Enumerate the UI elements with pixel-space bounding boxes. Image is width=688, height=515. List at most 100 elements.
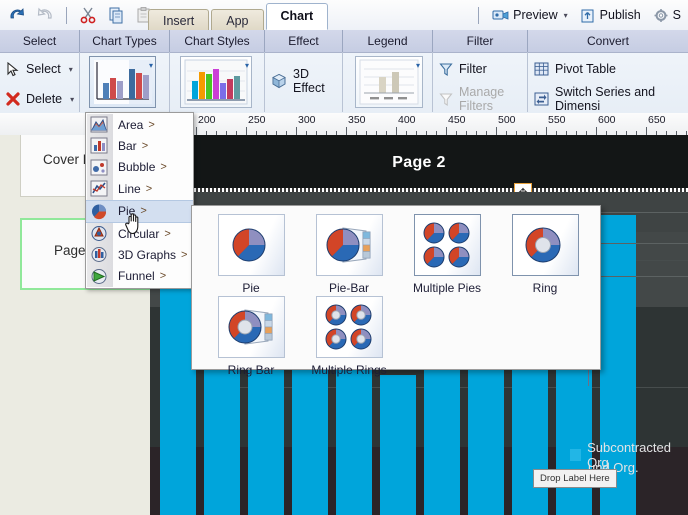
gallery-cell-ring-bar[interactable]: Ring Bar	[202, 296, 300, 377]
tab-bar: Insert App Chart	[148, 3, 330, 32]
ruler-label: 500	[498, 114, 516, 126]
bubble-chart-icon	[90, 159, 108, 176]
menu-item-bubble[interactable]: Bubble >	[86, 157, 193, 178]
group-effect: 3D Effect	[265, 52, 343, 112]
delete-button[interactable]: Delete ▾	[0, 86, 79, 112]
ribbon-group-headers: Select Chart Types Chart Styles Effect L…	[0, 30, 688, 53]
ruler-major-tick	[596, 127, 597, 135]
ruler-major-tick	[646, 127, 647, 135]
menu-item-3d-graphs[interactable]: 3D Graphs >	[86, 244, 193, 265]
pie-chart-submenu-panel: Pie Pie-Bar Multiple Pies Ring Ring Bar Multi…	[191, 205, 601, 377]
submenu-arrow-icon: >	[181, 249, 188, 262]
ruler-label: 600	[598, 114, 616, 126]
preview-icon	[492, 8, 509, 23]
select-button[interactable]: Select ▾	[0, 56, 79, 82]
undo-icon[interactable]	[4, 3, 30, 27]
submenu-arrow-icon: >	[160, 161, 167, 174]
menu-item-label: Area	[118, 117, 144, 132]
ruler-label: 650	[648, 114, 666, 126]
right-command-bar: Preview ▾ Publish S	[472, 2, 686, 28]
multiple-rings-thumb[interactable]	[315, 296, 383, 358]
ruler-major-tick	[396, 127, 397, 135]
application-window: Insert App Chart Preview ▾ Publish S Sel…	[0, 0, 688, 515]
manage-filters-label: Manage Filters	[459, 85, 505, 113]
menu-item-funnel[interactable]: Funnel >	[86, 266, 193, 287]
group-header-effect: Effect	[265, 30, 343, 52]
ring-bar-thumb[interactable]	[217, 296, 285, 358]
pie-thumb[interactable]	[217, 214, 285, 276]
funnel-outline-icon	[439, 92, 453, 107]
gallery-cell-multiple-pies[interactable]: Multiple Pies	[398, 214, 496, 295]
select-caret-icon[interactable]: ▾	[69, 65, 73, 74]
tab-insert[interactable]: Insert	[148, 9, 210, 32]
page-title: Page 2	[392, 153, 446, 171]
group-header-chart-types: Chart Types	[80, 30, 170, 52]
3d-effect-button[interactable]: 3D Effect	[265, 67, 342, 95]
legend-gallery-button[interactable]: ▾	[355, 56, 423, 108]
filter-label: Filter	[459, 62, 487, 76]
filter-button[interactable]: Filter	[433, 56, 527, 82]
multiple-pies-thumb[interactable]	[413, 214, 481, 276]
preview-button[interactable]: Preview ▾	[487, 2, 572, 28]
gallery-cell-label: Pie-Bar	[328, 281, 369, 295]
3d-effect-label: 3D Effect	[293, 67, 325, 95]
menu-item-label: Line	[118, 181, 141, 196]
pie-bar-thumb[interactable]	[315, 214, 383, 276]
chart-type-gallery-button[interactable]: ▾	[89, 56, 156, 108]
cut-icon[interactable]	[75, 3, 101, 27]
switch-series-label: Switch Series and Dimensi	[555, 85, 656, 113]
line-chart-icon	[90, 180, 108, 197]
tab-app[interactable]: App	[211, 9, 264, 32]
publish-button[interactable]: Publish	[575, 2, 646, 28]
group-select: Select ▾ Delete ▾	[0, 52, 80, 112]
3d-graph-icon	[90, 246, 108, 263]
copy-icon[interactable]	[103, 3, 129, 27]
group-chart-styles: ▾	[170, 52, 265, 112]
group-header-chart-styles: Chart Styles	[170, 30, 265, 52]
gallery-cell-pie[interactable]: Pie	[202, 214, 300, 295]
ring-thumb[interactable]	[511, 214, 579, 276]
settings-label: S	[672, 8, 681, 22]
gallery-cell-multiple-rings[interactable]: Multiple Rings	[300, 296, 398, 377]
funnel-chart-icon	[90, 268, 108, 285]
ruler-label: 450	[448, 114, 466, 126]
menu-item-bar[interactable]: Bar >	[86, 135, 193, 156]
group-header-legend: Legend	[343, 30, 433, 52]
ruler-major-tick	[346, 127, 347, 135]
gallery-cell-label: Multiple Rings	[311, 363, 387, 377]
ribbon: Select Chart Types Chart Styles Effect L…	[0, 30, 688, 114]
ruler-label: 300	[298, 114, 316, 126]
redo-icon	[32, 3, 58, 27]
chart-type-dropdown-caret-icon[interactable]: ▾	[149, 61, 153, 70]
circular-chart-icon	[90, 225, 108, 242]
menu-item-line[interactable]: Line >	[86, 178, 193, 199]
chevron-down-icon[interactable]: ▾	[564, 11, 568, 20]
gallery-cell-label: Multiple Pies	[412, 281, 482, 295]
legend-swatch-icon	[570, 449, 582, 461]
group-filter: Filter Manage Filters	[433, 52, 528, 113]
gallery-cell-ring[interactable]: Ring	[496, 214, 594, 295]
pie-chart-icon	[90, 203, 108, 220]
chart-style-dropdown-caret-icon[interactable]: ▾	[245, 61, 249, 70]
preview-label: Preview	[513, 8, 558, 22]
submenu-arrow-icon: >	[148, 118, 155, 131]
delete-caret-icon[interactable]: ▾	[70, 95, 74, 104]
tab-chart[interactable]: Chart	[265, 3, 329, 30]
pivot-table-button[interactable]: Pivot Table	[528, 56, 688, 82]
ruler-major-tick	[446, 127, 447, 135]
gallery-cell-pie-bar[interactable]: Pie-Bar	[300, 214, 398, 295]
switch-series-button[interactable]: Switch Series and Dimensi	[528, 85, 688, 113]
ruler-label: 200	[198, 114, 216, 126]
menu-item-area[interactable]: Area >	[86, 114, 193, 135]
ruler-label: 250	[248, 114, 266, 126]
chart-style-gallery-button[interactable]: ▾	[180, 56, 252, 108]
submenu-arrow-icon: >	[145, 182, 153, 195]
ruler-major-tick	[196, 127, 197, 135]
legend-dropdown-caret-icon[interactable]: ▾	[416, 61, 420, 70]
drop-label-tooltip: Drop Label Here	[533, 469, 617, 488]
settings-button[interactable]: S	[648, 2, 686, 28]
gallery-cell-label: Ring	[532, 281, 558, 295]
grid-table-icon	[534, 62, 549, 76]
bar-chart-icon	[90, 137, 108, 154]
gallery-cell-label: Pie	[242, 281, 260, 295]
